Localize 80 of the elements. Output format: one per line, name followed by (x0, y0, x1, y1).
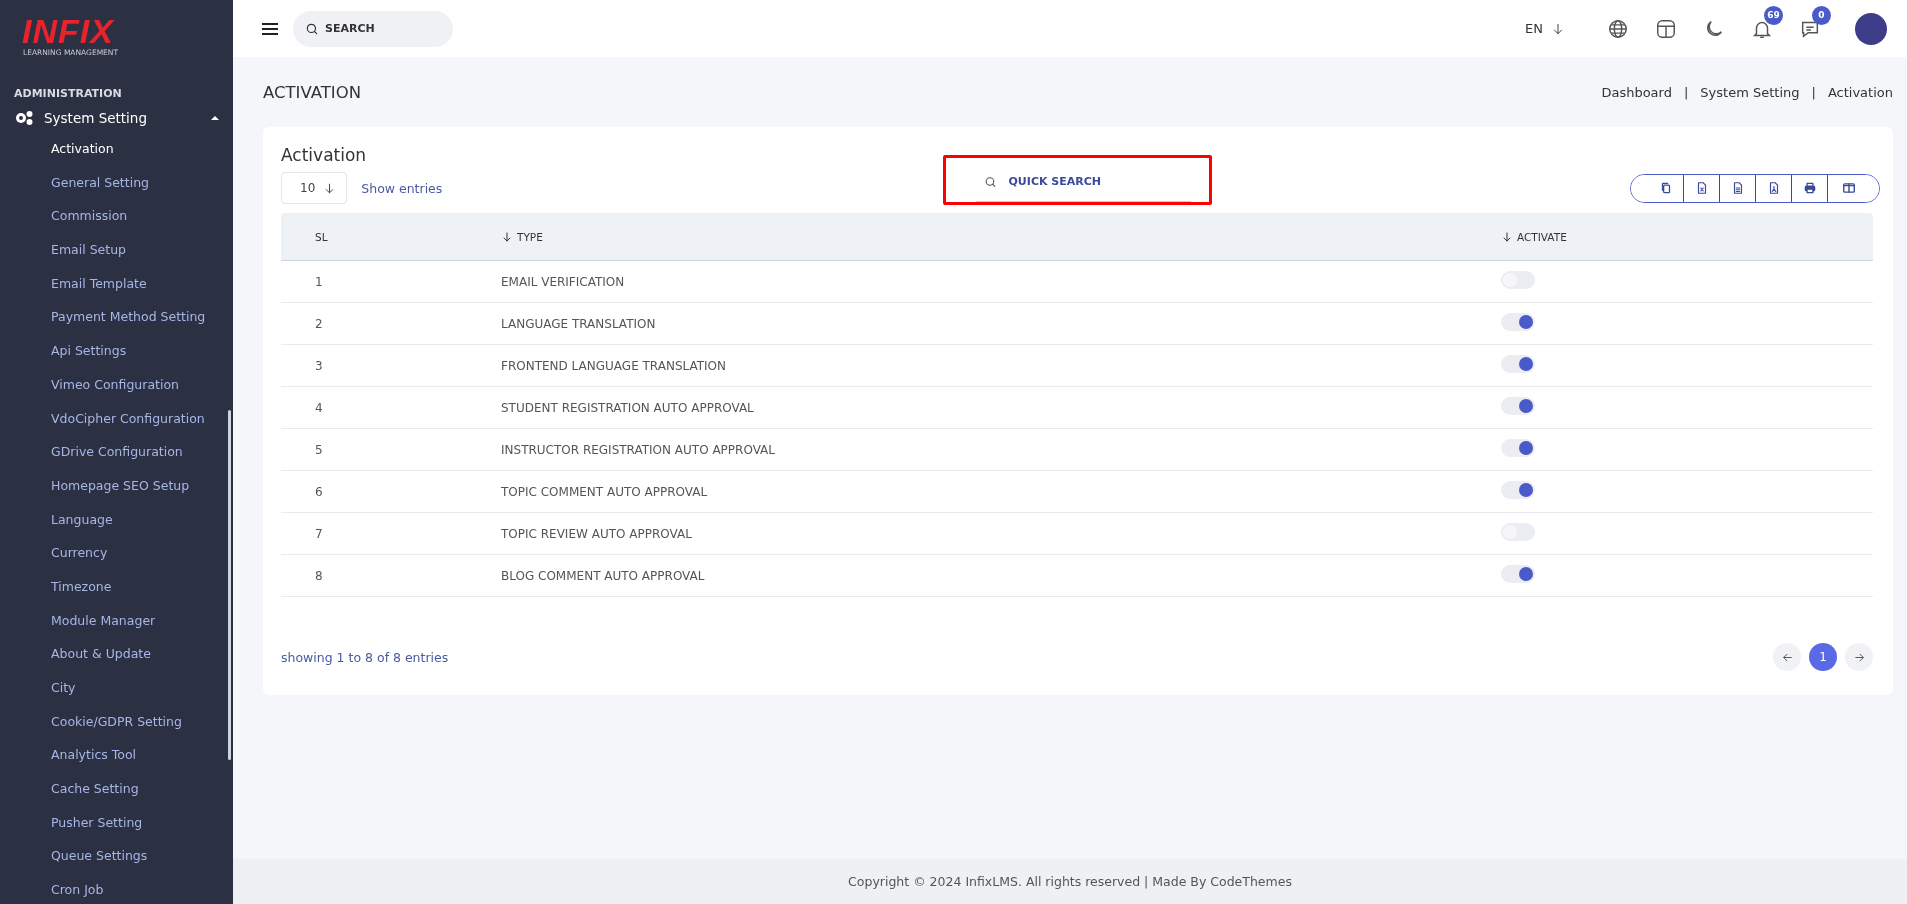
sidebar-item[interactable]: Analytics Tool (0, 738, 233, 773)
search-field[interactable]: SEARCH (293, 10, 453, 47)
table-cell-text: 4 (314, 400, 324, 415)
sort-arrow-icon[interactable] (1501, 230, 1513, 243)
message-count: 0 (1812, 5, 1831, 25)
breadcrumb-separator: | (1683, 84, 1689, 100)
logo-wordmark: INFIX (22, 14, 115, 48)
toggle-switch[interactable] (1501, 564, 1535, 583)
columns-icon (1841, 181, 1856, 195)
toggle-switch[interactable] (1501, 480, 1535, 499)
table-cell-text: 2 (314, 316, 324, 331)
sidebar-item[interactable]: Payment Method Setting (0, 300, 233, 335)
card-title: Activation (281, 145, 368, 165)
gears-icon (14, 110, 34, 126)
sidebar-item[interactable]: Homepage SEO Setup (0, 468, 233, 503)
sidebar-item[interactable]: Commission (0, 199, 233, 234)
column-header[interactable]: ACTIVATE (1517, 230, 1567, 243)
sidebar-group[interactable]: System Setting (0, 106, 233, 132)
sidebar-item[interactable]: Timezone (0, 569, 233, 604)
avatar[interactable] (1855, 12, 1887, 45)
table-cell-text: BLOG COMMENT AUTO APPROVAL (501, 568, 706, 583)
export-button[interactable] (1827, 174, 1879, 202)
table-cell-text: EMAIL VERIFICATION (501, 274, 626, 289)
sidebar-item[interactable]: VdoCipher Configuration (0, 401, 233, 436)
sidebar-item[interactable]: Api Settings (0, 334, 233, 368)
sidebar-item[interactable]: Email Template (0, 266, 233, 301)
sidebar-item[interactable]: Cron Job (0, 873, 233, 904)
sort-arrow-icon[interactable] (501, 230, 513, 243)
page-button[interactable]: 1 (1809, 643, 1837, 671)
sidebar-item[interactable]: Email Setup (0, 233, 233, 267)
sidebar-item[interactable]: Currency (0, 536, 233, 570)
copy-icon (1659, 181, 1673, 195)
section-heading: ADMINISTRATION (13, 86, 123, 102)
scrollbar[interactable] (228, 410, 231, 760)
sidebar-item[interactable]: Module Manager (0, 603, 233, 638)
table-cell-text: INSTRUCTOR REGISTRATION AUTO APPROVAL (501, 442, 776, 457)
breadcrumb-link[interactable]: Activation (1827, 84, 1893, 100)
sidebar-item[interactable]: Vimeo Configuration (0, 367, 233, 402)
toggle-switch[interactable] (1501, 396, 1535, 415)
sidebar-item[interactable]: Activation (0, 132, 233, 166)
table-cell-text: 1 (314, 274, 324, 289)
entries-summary: showing 1 to 8 of 8 entries (281, 649, 450, 665)
show-entries-label: Show entries (361, 180, 443, 196)
sidebar-item[interactable]: Cache Setting (0, 772, 233, 806)
sidebar-item[interactable]: Pusher Setting (0, 805, 233, 840)
table-cell-text: TOPIC COMMENT AUTO APPROVAL (501, 484, 709, 499)
breadcrumb-separator: | (1811, 84, 1816, 100)
copyright-text: Copyright © 2024 InfixLMS. All rights reserved | Made By CodeThemes (233, 859, 1907, 904)
column-header[interactable]: SL (315, 230, 328, 243)
table-cell-text: STUDENT REGISTRATION AUTO APPROVAL (501, 400, 755, 415)
sidebar-item[interactable]: Queue Settings (0, 839, 233, 874)
table-cell-text: 3 (314, 358, 324, 373)
print-icon (1802, 181, 1817, 195)
search-icon (983, 175, 997, 189)
column-header[interactable]: TYPE (517, 230, 543, 243)
page-size-select[interactable]: 10 (281, 172, 348, 204)
table-cell-text: 6 (314, 484, 324, 499)
table-cell-text: TOPIC REVIEW AUTO APPROVAL (501, 526, 693, 541)
table-cell-text: FRONTEND LANGUAGE TRANSLATION (501, 358, 728, 373)
sidebar-item[interactable]: About & Update (0, 637, 233, 671)
page-title: ACTIVATION (263, 82, 362, 102)
sidebar-item[interactable]: Cookie/GDPR Setting (0, 704, 233, 739)
table-cell-text: 7 (314, 526, 324, 541)
notification-count: 69 (1764, 5, 1783, 25)
toggle-switch[interactable] (1501, 438, 1535, 457)
search-icon (305, 21, 319, 36)
sidebar-item[interactable]: Language (0, 502, 233, 537)
sidebar-item[interactable]: General Setting (0, 165, 233, 200)
table-cell-text: 8 (314, 568, 324, 583)
arrow-down-icon (1551, 21, 1565, 36)
sidebar-item[interactable]: City (0, 671, 233, 705)
language-selector[interactable]: EN (1519, 20, 1571, 37)
table-cell-text: LANGUAGE TRANSLATION (501, 316, 657, 331)
toggle-switch[interactable] (1501, 354, 1535, 373)
toggle-switch[interactable] (1501, 312, 1535, 331)
sidebar-item[interactable]: GDrive Configuration (0, 435, 233, 469)
breadcrumb-link[interactable]: Dashboard (1601, 84, 1672, 100)
menu-icon[interactable] (261, 21, 279, 36)
table-cell-text: 5 (314, 442, 324, 457)
breadcrumb-link[interactable]: System Setting (1700, 84, 1800, 100)
